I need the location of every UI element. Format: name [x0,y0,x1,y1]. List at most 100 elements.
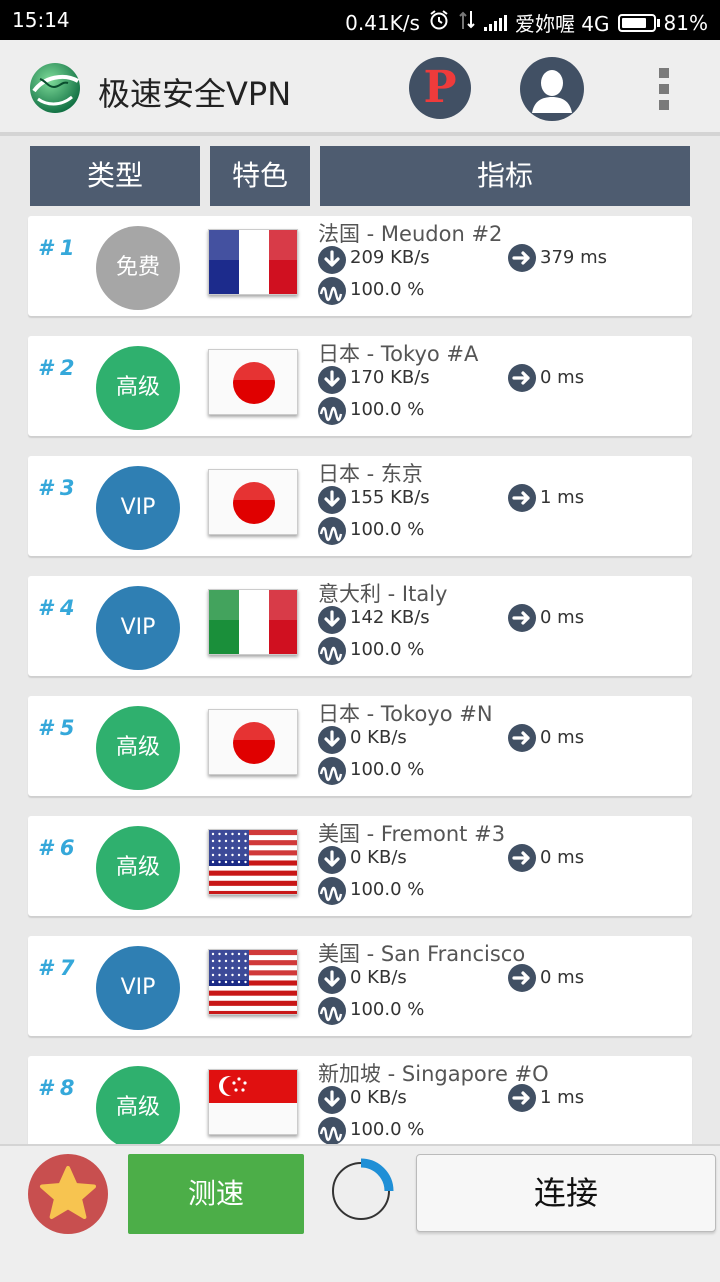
uptime-value: 100.0 % [350,519,425,540]
server-row[interactable]: # 3 VIP 日本 - 东京 155 KB/s 1 ms 100.0 % [28,456,692,556]
tier-badge: 高级 [96,826,180,910]
server-row[interactable]: # 8 高级 新加坡 - Singapore #O 0 KB/s 1 ms 100.0 % [28,1056,692,1144]
user-icon[interactable] [520,57,584,121]
tier-badge: VIP [96,466,180,550]
column-header-metrics: 指标 [320,146,690,206]
uptime-value: 100.0 % [350,639,425,660]
singapore-flag-icon [208,1069,298,1135]
download-speed: 0 KB/s [350,967,407,988]
uptime-value: 100.0 % [350,1119,425,1140]
server-name: 意大利 - Italy [318,582,448,606]
battery-icon [617,13,660,32]
japan-flag-icon [208,349,298,415]
download-icon [318,966,346,994]
uptime-icon [318,757,346,785]
ping-icon [508,1084,536,1112]
download-speed: 155 KB/s [350,487,430,508]
uptime-icon [318,517,346,545]
download-icon [318,486,346,514]
server-name: 美国 - Fremont #3 [318,822,506,846]
uptime-value: 100.0 % [350,759,425,780]
loading-spinner-icon [330,1156,396,1222]
column-header-type: 类型 [30,146,200,206]
star-icon [40,1166,96,1219]
download-icon [318,846,346,874]
server-rank: # 7 [38,956,75,980]
speed-test-button[interactable]: 测速 [128,1154,304,1234]
globe-logo-icon [28,61,82,115]
uptime-icon [318,877,346,905]
download-icon [318,1086,346,1114]
server-row[interactable]: # 6 高级 美国 - Fremont #3 0 KB/s 0 ms 100.0 % [28,816,692,916]
uptime-value: 100.0 % [350,879,425,900]
tier-badge: 高级 [96,1066,180,1144]
server-name: 美国 - San Francisco [318,942,526,966]
ping-value: 0 ms [540,727,585,748]
signal-icon [483,14,507,31]
ping-value: 0 ms [540,367,585,388]
uptime-value: 100.0 % [350,999,425,1020]
overflow-menu-icon[interactable] [656,68,672,112]
download-icon [318,366,346,394]
uptime-value: 100.0 % [350,399,425,420]
uptime-icon [318,277,346,305]
server-row[interactable]: # 5 高级 日本 - Tokoyo #N 0 KB/s 0 ms 100.0 % [28,696,692,796]
server-rank: # 2 [38,356,75,380]
ping-icon [508,364,536,392]
japan-flag-icon [208,709,298,775]
p-button[interactable]: P [409,57,471,119]
download-speed: 0 KB/s [350,847,407,868]
download-speed: 170 KB/s [350,367,430,388]
server-name: 法国 - Meudon #2 [318,222,503,246]
tier-badge: VIP [96,586,180,670]
server-rank: # 5 [38,716,75,740]
status-bar: 15:14 0.41K/s 爱妳喔 4G 81% [0,0,720,40]
server-row[interactable]: # 2 高级 日本 - Tokyo #A 170 KB/s 0 ms 100.0 % [28,336,692,436]
ping-value: 1 ms [540,487,585,508]
italy-flag-icon [208,589,298,655]
ping-value: 1 ms [540,1087,585,1108]
uptime-icon [318,997,346,1025]
server-rank: # 8 [38,1076,75,1100]
tier-badge: VIP [96,946,180,1030]
uptime-value: 100.0 % [350,279,425,300]
app-title: 极速安全VPN [98,75,292,113]
download-speed: 0 KB/s [350,727,407,748]
usa-flag-icon [208,829,298,895]
server-row[interactable]: # 4 VIP 意大利 - Italy 142 KB/s 0 ms 100.0 % [28,576,692,676]
connect-button[interactable]: 连接 [416,1154,716,1232]
japan-flag-icon [208,469,298,535]
server-name: 日本 - Tokoyo #N [318,702,493,726]
download-icon [318,246,346,274]
favorite-button[interactable] [28,1154,108,1234]
ping-value: 0 ms [540,847,585,868]
app-bar: 极速安全VPN P [0,40,720,136]
battery-percent: 81% [663,10,708,35]
tier-badge: 高级 [96,706,180,790]
status-right: 0.41K/s 爱妳喔 4G 81% [345,8,708,37]
carrier-label: 爱妳喔 4G [514,12,610,36]
ping-icon [508,484,536,512]
server-row[interactable]: # 7 VIP 美国 - San Francisco 0 KB/s 0 ms 100.0 … [28,936,692,1036]
ping-icon [508,604,536,632]
server-list[interactable]: # 1 免费 法国 - Meudon #2 209 KB/s 379 ms 100.0 %… [0,216,720,1144]
column-header-feature: 特色 [210,146,310,206]
ping-icon [508,964,536,992]
ping-value: 0 ms [540,607,585,628]
download-icon [318,726,346,754]
france-flag-icon [208,229,298,295]
ping-icon [508,724,536,752]
ping-icon [508,844,536,872]
download-speed: 142 KB/s [350,607,430,628]
server-row[interactable]: # 1 免费 法国 - Meudon #2 209 KB/s 379 ms 100.0 % [28,216,692,316]
server-name: 日本 - 东京 [318,462,423,486]
ping-icon [508,244,536,272]
download-speed: 0 KB/s [350,1087,407,1108]
usa-flag-icon [208,949,298,1015]
uptime-icon [318,637,346,665]
download-icon [318,606,346,634]
server-rank: # 4 [38,596,75,620]
uptime-icon [318,397,346,425]
alarm-icon [428,9,450,36]
server-rank: # 6 [38,836,75,860]
